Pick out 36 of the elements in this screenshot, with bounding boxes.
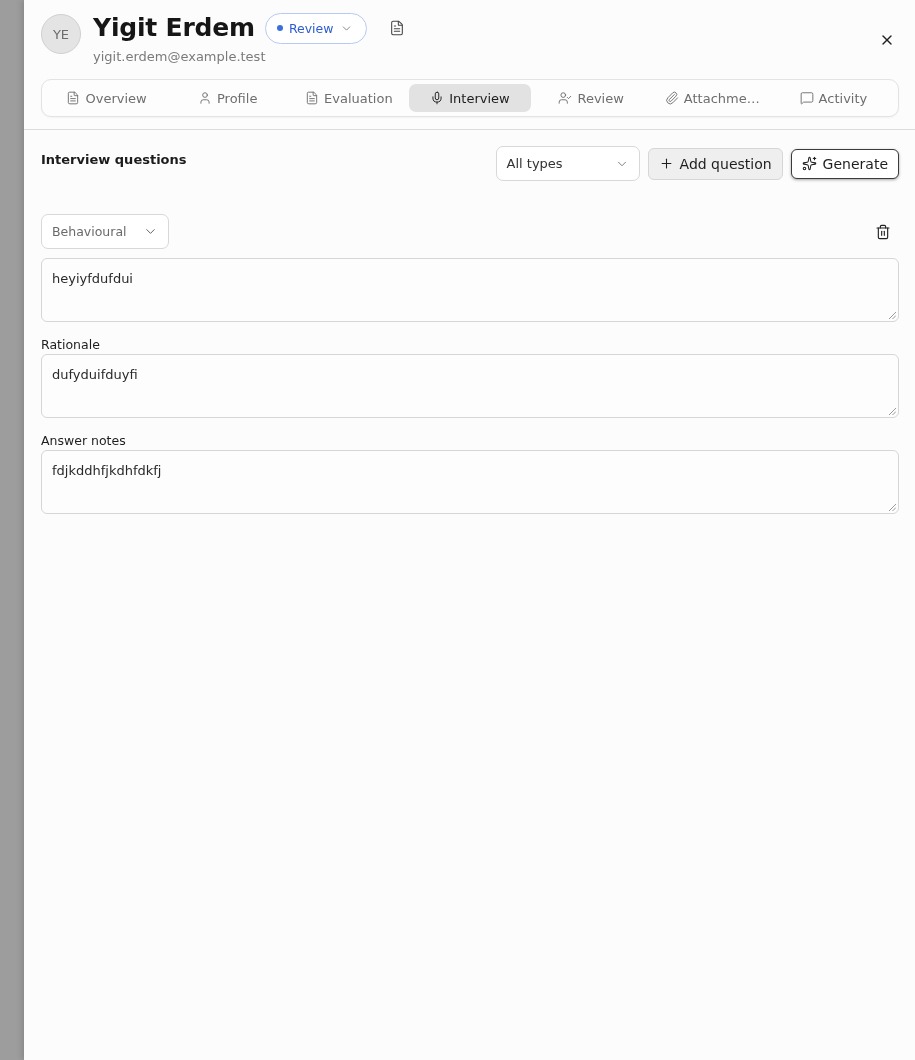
question-type-select[interactable]: Behavioural: [41, 214, 169, 249]
tab[interactable]: Activity: [772, 84, 894, 112]
resize-handle-icon[interactable]: [889, 408, 896, 415]
status-dot-icon: [276, 25, 283, 31]
field-label: Answer notes: [41, 433, 127, 449]
paperclip-icon: [664, 91, 679, 105]
tab[interactable]: Interview: [409, 84, 531, 112]
tab[interactable]: Attachme…: [651, 84, 773, 112]
person-check-icon: [558, 91, 573, 105]
sparkles-icon: [801, 156, 817, 171]
tab[interactable]: Overview: [46, 84, 168, 112]
tab[interactable]: Evaluation: [288, 84, 410, 112]
document-icon: [305, 91, 320, 105]
question-field[interactable]: heyiyfdufdui: [41, 258, 899, 322]
add-question-button[interactable]: Add question: [647, 147, 783, 180]
text-area[interactable]: dufyduifduyfi: [41, 354, 899, 418]
avatar: YE: [41, 14, 81, 54]
document-icon: [66, 91, 81, 105]
tab[interactable]: Review: [530, 84, 652, 112]
resize-handle-icon[interactable]: [889, 504, 896, 511]
status-dropdown[interactable]: Review: [264, 12, 367, 44]
person-icon: [198, 91, 212, 105]
resize-handle-icon[interactable]: [889, 312, 896, 319]
text-area[interactable]: fdjkddhfjkdhfdkfj: [41, 450, 899, 514]
field-label: Rationale: [41, 337, 101, 353]
tab[interactable]: Profile: [167, 84, 289, 112]
type-filter-select[interactable]: All types: [495, 146, 640, 181]
document-icon[interactable]: [388, 20, 405, 36]
speech-bubble-icon: [799, 91, 814, 105]
candidate-name: Yigit Erdem: [93, 12, 255, 44]
plus-icon: [658, 156, 674, 171]
section-title: Interview questions: [41, 152, 187, 168]
email-text: yigit.erdem@example.test: [93, 49, 267, 65]
trash-icon: [875, 223, 891, 240]
microphone-icon: [430, 91, 445, 105]
generate-button[interactable]: Generate: [790, 148, 899, 179]
